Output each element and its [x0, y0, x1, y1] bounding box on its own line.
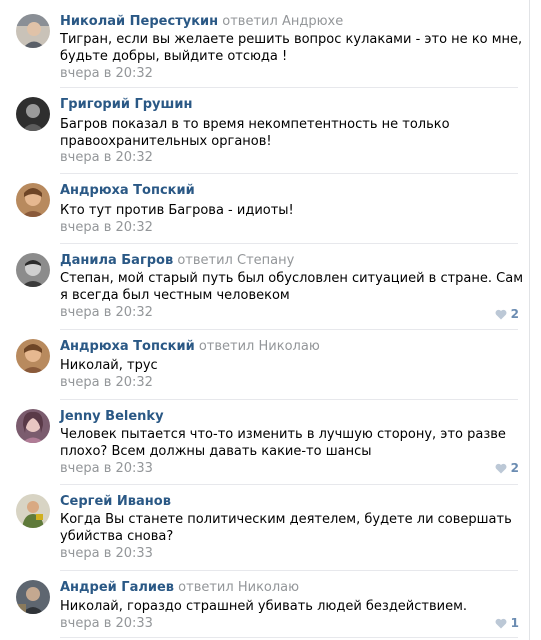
separator: [60, 87, 518, 88]
avatar-photo-icon: [16, 580, 50, 614]
comment-author[interactable]: Григорий Грушин: [60, 97, 192, 112]
comment-text: Кто тут против Багрова - идиоты!: [60, 203, 294, 218]
separator: [60, 173, 518, 174]
like-count: 1: [510, 616, 519, 630]
separator: [60, 243, 518, 244]
heart-icon: [495, 309, 507, 320]
avatar[interactable]: [16, 339, 50, 373]
comment-text: Багров показал в то время некомпетентнос…: [60, 117, 450, 149]
avatar[interactable]: [16, 494, 50, 528]
comment-author[interactable]: Сергей Иванов: [60, 494, 171, 509]
avatar-photo-icon: [16, 183, 50, 217]
comment-date[interactable]: вчера в 20:33: [60, 616, 153, 632]
avatar-photo-icon: [16, 339, 50, 373]
comment-header: Николай Перестукин ответил Андрюхе: [60, 14, 343, 30]
avatar-photo-icon: [16, 97, 50, 131]
reply-word: ответил: [178, 580, 234, 595]
comment-date[interactable]: вчера в 20:32: [60, 150, 153, 166]
heart-icon: [495, 463, 507, 474]
reply-to[interactable]: Николаю: [238, 580, 299, 595]
reply-to[interactable]: Андрюхе: [282, 14, 343, 29]
comment-header: Данила Багров ответил Степану: [60, 253, 294, 269]
avatar-photo-icon: [16, 253, 50, 287]
comment-author[interactable]: Андрюха Топский: [60, 183, 195, 198]
comment-text: Человек пытается что-то изменить в лучшу…: [60, 427, 506, 459]
panel-border: [529, 0, 530, 640]
separator: [60, 399, 518, 400]
reply-word: ответил: [222, 14, 278, 29]
comment-date[interactable]: вчера в 20:32: [60, 305, 153, 321]
separator: [60, 484, 518, 485]
comment-author[interactable]: Николай Перестукин: [60, 14, 218, 29]
avatar[interactable]: [16, 409, 50, 443]
comment-date[interactable]: вчера в 20:32: [60, 375, 153, 391]
avatar-photo-icon: [16, 409, 50, 443]
reply-word: ответил: [177, 253, 233, 268]
comment-text: Когда Вы станете политическим деятелем, …: [60, 512, 512, 544]
avatar[interactable]: [16, 253, 50, 287]
separator: [60, 329, 518, 330]
comment-header: Андрюха Топский: [60, 183, 195, 199]
comment-text: Степан, мой старый путь был обусловлен с…: [60, 271, 524, 303]
comment-text: Тигран, если вы желаете решить вопрос ку…: [60, 32, 523, 64]
comment-header: Сергей Иванов: [60, 494, 171, 510]
reply-to[interactable]: Николаю: [259, 339, 320, 354]
avatar[interactable]: [16, 580, 50, 614]
avatar[interactable]: [16, 183, 50, 217]
reply-word: ответил: [198, 339, 255, 354]
like-button[interactable]: 2: [495, 461, 519, 475]
separator: [60, 637, 518, 638]
comment-header: Андрюха Топский ответил Николаю: [60, 339, 320, 355]
like-button[interactable]: 2: [495, 307, 519, 321]
comment-header: Jenny Belenky: [60, 409, 164, 425]
comment-header: Андрей Галиев ответил Николаю: [60, 580, 299, 596]
avatar-photo-icon: [16, 14, 50, 48]
comment-author[interactable]: Jenny Belenky: [60, 409, 164, 424]
comment-header: Григорий Грушин: [60, 97, 192, 113]
avatar-photo-icon: [16, 494, 50, 528]
comment-date[interactable]: вчера в 20:32: [60, 66, 153, 82]
like-count: 2: [510, 461, 519, 475]
avatar[interactable]: [16, 14, 50, 48]
reply-to[interactable]: Степану: [237, 253, 294, 268]
comment-text: Николай, трус: [60, 358, 158, 373]
comment-date[interactable]: вчера в 20:33: [60, 546, 153, 562]
comment-date[interactable]: вчера в 20:33: [60, 461, 153, 477]
comment-author[interactable]: Данила Багров: [60, 253, 173, 268]
separator: [60, 570, 518, 571]
comment-author[interactable]: Андрюха Топский: [60, 339, 195, 354]
comment-author[interactable]: Андрей Галиев: [60, 580, 174, 595]
like-button[interactable]: 1: [495, 616, 519, 630]
comment-text: Николай, гораздо страшней убивать людей …: [60, 599, 468, 614]
comment-date[interactable]: вчера в 20:32: [60, 220, 153, 236]
like-count: 2: [510, 307, 519, 321]
avatar[interactable]: [16, 97, 50, 131]
comments-panel: Николай Перестукин ответил Андрюхе Тигра…: [0, 0, 529, 640]
heart-icon: [495, 618, 507, 629]
